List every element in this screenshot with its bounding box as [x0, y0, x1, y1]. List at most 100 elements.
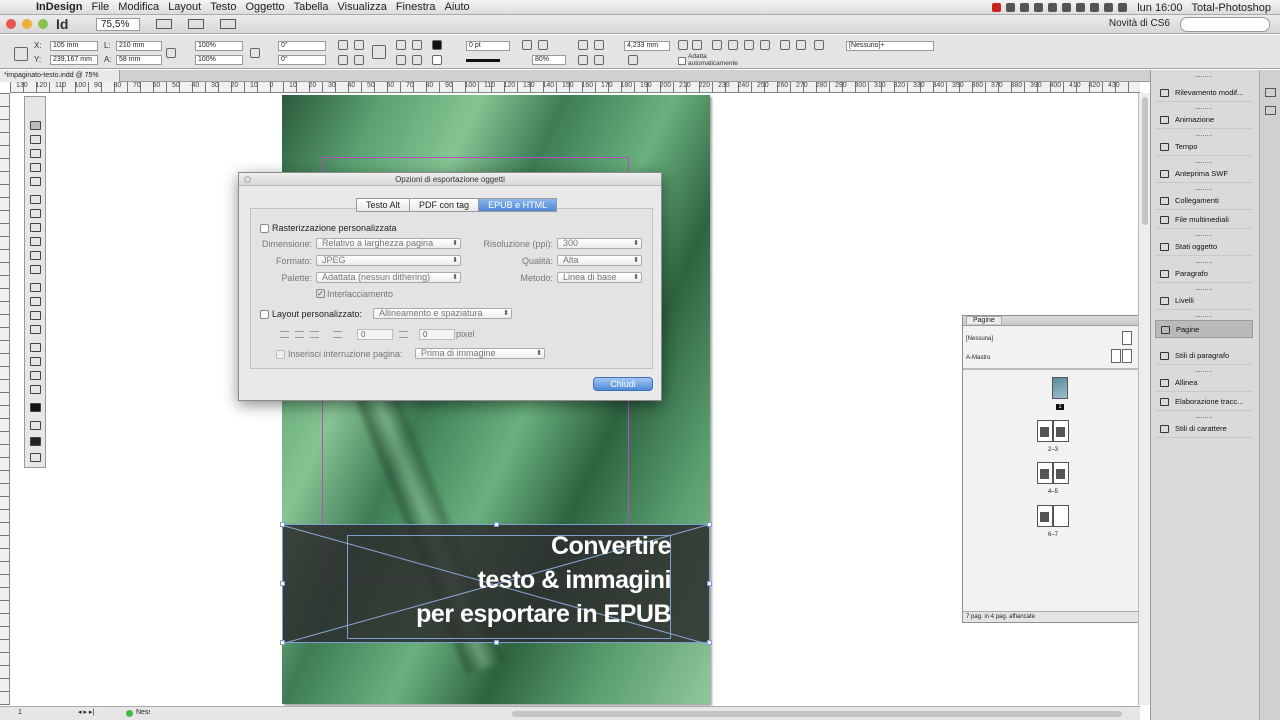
scale-x-field[interactable]: 100%	[195, 41, 243, 51]
stroke-swatch-icon[interactable]	[432, 55, 442, 65]
handle-bottom-left[interactable]	[280, 640, 285, 645]
rotate-cw-icon[interactable]	[338, 40, 348, 50]
hand-tool-icon[interactable]	[30, 371, 41, 380]
x-field[interactable]: 105 mm	[50, 41, 98, 51]
offset-field[interactable]: 4,233 mm	[624, 41, 670, 51]
stroke-type-selector[interactable]	[466, 59, 500, 62]
recording-icon[interactable]	[992, 3, 1002, 12]
direct-selection-tool-icon[interactable]	[30, 135, 41, 144]
menu-layout[interactable]: Layout	[168, 0, 210, 15]
pages-separator[interactable]	[963, 368, 1148, 370]
panel-links[interactable]: Collegamenti	[1155, 192, 1253, 210]
page-tool-icon[interactable]	[30, 149, 41, 158]
volume-icon[interactable]	[1090, 3, 1100, 12]
select-next-icon[interactable]	[412, 55, 422, 65]
close-window-icon[interactable]	[6, 19, 16, 29]
minimize-window-icon[interactable]	[22, 19, 32, 29]
center-content-icon[interactable]	[594, 55, 604, 65]
select-container-icon[interactable]	[396, 40, 406, 50]
page-3-thumbnail[interactable]	[1053, 420, 1069, 442]
align-right-icon[interactable]	[310, 331, 319, 338]
menu-finestra[interactable]: Finestra	[396, 0, 445, 15]
distribute-horizontal-icon[interactable]	[796, 40, 806, 50]
fit-content-icon[interactable]	[578, 40, 588, 50]
panel-paragraph-styles[interactable]: Stili di paragrafo	[1155, 347, 1253, 365]
view-options-icon[interactable]	[156, 19, 172, 29]
panel-track-changes[interactable]: Rilevamento modif...	[1155, 84, 1253, 102]
page-break-select[interactable]: Prima di immagine	[415, 348, 545, 359]
menu-tabella[interactable]: Tabella	[294, 0, 338, 15]
dock-grip[interactable]	[1196, 162, 1212, 164]
panel-layers[interactable]: Livelli	[1155, 292, 1253, 310]
line-tool-icon[interactable]	[30, 209, 41, 218]
align-center-icon[interactable]	[295, 331, 304, 338]
page-7-thumbnail[interactable]	[1053, 505, 1069, 527]
page-2-thumbnail[interactable]	[1037, 420, 1053, 442]
screen-icon[interactable]	[1034, 3, 1044, 12]
align-right-icon[interactable]	[712, 40, 722, 50]
align-middle-icon[interactable]	[744, 40, 754, 50]
settings-icon[interactable]	[1048, 3, 1058, 12]
panel-paragraph[interactable]: Paragrafo	[1155, 265, 1253, 283]
drop-shadow-icon[interactable]	[522, 40, 532, 50]
align-bottom-icon[interactable]	[760, 40, 770, 50]
height-field[interactable]: 58 mm	[116, 55, 162, 65]
y-field[interactable]: 239,167 mm	[50, 55, 98, 65]
constrain-scale-icon[interactable]	[250, 48, 260, 58]
pages-panel-tab[interactable]: Pagine	[966, 316, 1002, 324]
zoom-window-icon[interactable]	[38, 19, 48, 29]
flip-vertical-icon[interactable]	[354, 55, 364, 65]
apply-color-icon[interactable]	[30, 421, 41, 430]
adobe-icon[interactable]	[1006, 3, 1016, 12]
panel-media[interactable]: File multimediali	[1155, 211, 1253, 229]
distribute-icon[interactable]	[780, 40, 790, 50]
horizontal-scroll-thumb[interactable]	[512, 711, 1122, 717]
constrain-proportions-icon[interactable]	[166, 48, 176, 58]
text-wrap-icon[interactable]	[814, 40, 824, 50]
width-field[interactable]: 210 mm	[116, 41, 162, 51]
align-center-icon[interactable]	[692, 40, 702, 50]
fit-frame-icon[interactable]	[594, 40, 604, 50]
panel-character-styles[interactable]: Stili di carattere	[1155, 420, 1253, 438]
type-tool-icon[interactable]	[30, 195, 41, 204]
quality-select[interactable]: Alta	[557, 255, 642, 266]
rotate-ccw-icon[interactable]	[354, 40, 364, 50]
panel-pages[interactable]: Pagine	[1155, 320, 1253, 338]
page-nav-icon[interactable]: ◂ ▸ ▸|	[78, 707, 94, 719]
panel-pathfinder[interactable]: Elaborazione tracc...	[1155, 393, 1253, 411]
flip-horizontal-icon[interactable]	[338, 55, 348, 65]
panel-timing[interactable]: Tempo	[1155, 138, 1253, 156]
document-tab[interactable]: *impaginato-testo.indd @ 75%	[0, 70, 120, 82]
master-a-left-thumbnail[interactable]	[1111, 349, 1121, 363]
space-after-field[interactable]: 0	[419, 329, 455, 340]
object-style-dropdown[interactable]: [Nessuno]+	[846, 41, 934, 51]
opacity-field[interactable]: 80%	[532, 55, 566, 65]
dock-grip[interactable]	[1196, 189, 1212, 191]
resolution-select[interactable]: 300	[557, 238, 642, 249]
dock-grip[interactable]	[1196, 262, 1212, 264]
tab-pdf-con-tag[interactable]: PDF con tag	[409, 198, 480, 212]
dock-grip[interactable]	[1196, 371, 1212, 373]
search-field[interactable]	[1180, 17, 1270, 32]
align-left-icon[interactable]	[678, 40, 688, 50]
wifi-icon[interactable]	[1104, 3, 1114, 12]
gap-tool-icon[interactable]	[30, 163, 41, 172]
master-none-thumbnail[interactable]	[1122, 331, 1132, 345]
screen-mode-tool-icon[interactable]	[30, 437, 41, 446]
collapsed-panel-icon[interactable]	[1265, 88, 1276, 97]
free-transform-tool-icon[interactable]	[30, 297, 41, 306]
stroke-weight-field[interactable]: 0 pt	[466, 41, 510, 51]
layout-select[interactable]: Allineamento e spaziatura	[373, 308, 512, 319]
rasterize-checkbox[interactable]	[260, 224, 269, 233]
auto-fit-checkbox[interactable]	[678, 57, 686, 65]
handle-middle-left[interactable]	[280, 581, 285, 586]
menu-clock[interactable]: lun 16:00	[1137, 2, 1182, 14]
selection-tool-icon[interactable]	[30, 121, 41, 130]
custom-layout-checkbox[interactable]	[260, 310, 269, 319]
tab-epub-html[interactable]: EPUB e HTML	[478, 198, 558, 212]
menu-aiuto[interactable]: Aiuto	[445, 0, 479, 15]
method-select[interactable]: Linea di base	[557, 272, 642, 283]
dock-grip[interactable]	[1196, 135, 1212, 137]
effects-icon[interactable]	[538, 40, 548, 50]
menu-user[interactable]: Total-Photoshop	[1192, 2, 1272, 14]
